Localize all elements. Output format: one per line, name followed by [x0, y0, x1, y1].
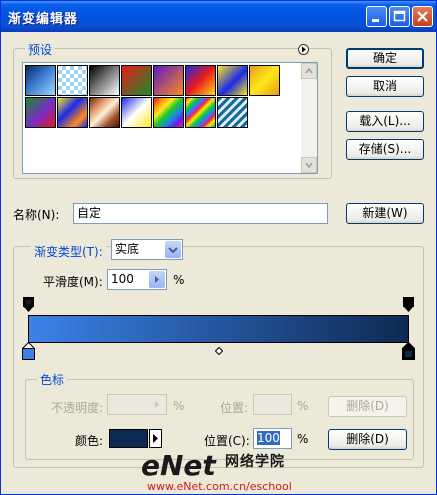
delete-opacity-stop-button[interactable]: 删除(D): [328, 396, 407, 417]
chevron-up-icon: [305, 67, 313, 74]
presets-menu-button[interactable]: [298, 44, 309, 55]
opacity-location-unit: %: [297, 399, 309, 413]
title-bar[interactable]: 渐变编辑器: [1, 1, 436, 32]
gradient-editor-window: 渐变编辑器 预设 确定 取消 载入(L)... 存储(S)... 名称(N):: [0, 0, 437, 495]
location-unit: %: [297, 432, 309, 446]
preset-swatch[interactable]: [153, 97, 184, 128]
play-arrow-icon: [302, 46, 306, 53]
preset-swatch[interactable]: [25, 97, 56, 128]
preset-swatch[interactable]: [89, 65, 120, 96]
preset-swatch[interactable]: [217, 97, 248, 128]
save-button[interactable]: 存储(S)...: [346, 139, 424, 160]
gradient-bar[interactable]: [28, 315, 409, 343]
color-stop-selected-icon: [401, 341, 416, 360]
gradient-type-value: 实底: [115, 242, 140, 256]
preset-swatch[interactable]: [57, 97, 88, 128]
minimize-button[interactable]: [366, 6, 387, 27]
smoothness-slider-button[interactable]: [149, 271, 165, 288]
minimize-icon: [372, 19, 379, 22]
maximize-icon: [393, 10, 406, 22]
presets-label: 预设: [25, 41, 56, 58]
chevron-down-icon: [305, 162, 313, 169]
color-label: 颜色:: [75, 434, 104, 448]
opacity-stop-icon: [403, 297, 414, 312]
color-stop-right[interactable]: [401, 341, 416, 363]
preset-swatch[interactable]: [217, 65, 248, 96]
presets-list: [22, 62, 318, 174]
location-value: 100: [257, 431, 280, 445]
preset-swatch[interactable]: [121, 65, 152, 96]
watermark-url: www.eNet.com.cn/eschool: [147, 480, 292, 493]
window-title: 渐变编辑器: [8, 12, 79, 27]
close-icon: [417, 11, 428, 22]
location-input[interactable]: 100: [253, 428, 292, 449]
ok-button[interactable]: 确定: [346, 48, 424, 69]
delete-color-stop-button[interactable]: 删除(D): [328, 429, 407, 450]
smoothness-label: 平滑度(M):: [43, 275, 103, 289]
watermark-logo: eNet: [141, 449, 216, 482]
load-button[interactable]: 载入(L)...: [346, 111, 424, 132]
gradient-type-dropdown-button[interactable]: [165, 241, 181, 258]
preset-swatch[interactable]: [185, 65, 216, 96]
preset-swatch[interactable]: [121, 97, 152, 128]
play-arrow-icon: [153, 434, 158, 443]
opacity-location-input[interactable]: [253, 394, 292, 415]
opacity-location-label: 位置:: [220, 401, 249, 415]
opacity-stop-left[interactable]: [23, 297, 34, 316]
smoothness-input[interactable]: 100: [107, 269, 167, 290]
name-label: 名称(N):: [13, 208, 60, 222]
opacity-unit: %: [173, 399, 185, 413]
chevron-down-icon: [168, 247, 178, 254]
preset-swatch[interactable]: [57, 65, 88, 96]
presets-scrollbar[interactable]: [301, 63, 317, 173]
opacity-stop-right[interactable]: [403, 297, 414, 316]
play-arrow-icon: [155, 276, 159, 283]
preset-swatch[interactable]: [89, 97, 120, 128]
watermark-tagline: 网络学院: [225, 454, 285, 470]
scroll-up-button[interactable]: [301, 63, 317, 79]
opacity-label: 不透明度:: [51, 401, 104, 415]
gradient-type-label: 渐变类型(T):: [31, 243, 106, 260]
diamond-icon: [214, 346, 224, 356]
close-button[interactable]: [412, 6, 433, 27]
opacity-stop-icon: [23, 297, 34, 312]
preset-swatch[interactable]: [185, 97, 216, 128]
enet-watermark: eNet 网络学院 www.eNet.com.cn/eschool: [141, 449, 301, 494]
color-stop-icon: [21, 341, 36, 360]
play-arrow-icon: [155, 401, 159, 408]
color-stops-label: 色标: [37, 371, 68, 388]
stop-color-swatch[interactable]: [109, 429, 148, 448]
opacity-input[interactable]: [107, 394, 167, 415]
smoothness-value: 100: [111, 272, 134, 286]
preset-swatch[interactable]: [249, 65, 280, 96]
name-input[interactable]: 自定: [73, 203, 328, 224]
color-stop-left[interactable]: [21, 341, 36, 363]
location-label: 位置(C):: [204, 434, 250, 448]
new-button[interactable]: 新建(W): [346, 203, 424, 224]
preset-swatch[interactable]: [153, 65, 184, 96]
cancel-button[interactable]: 取消: [346, 76, 424, 97]
scroll-down-button[interactable]: [301, 157, 317, 173]
opacity-slider-button[interactable]: [149, 396, 165, 413]
gradient-type-select[interactable]: 实底: [111, 239, 183, 260]
midpoint-marker[interactable]: [214, 344, 224, 358]
preset-swatch[interactable]: [25, 65, 56, 96]
smoothness-unit: %: [173, 273, 185, 287]
maximize-button[interactable]: [389, 6, 410, 27]
color-menu-button[interactable]: [149, 429, 162, 448]
